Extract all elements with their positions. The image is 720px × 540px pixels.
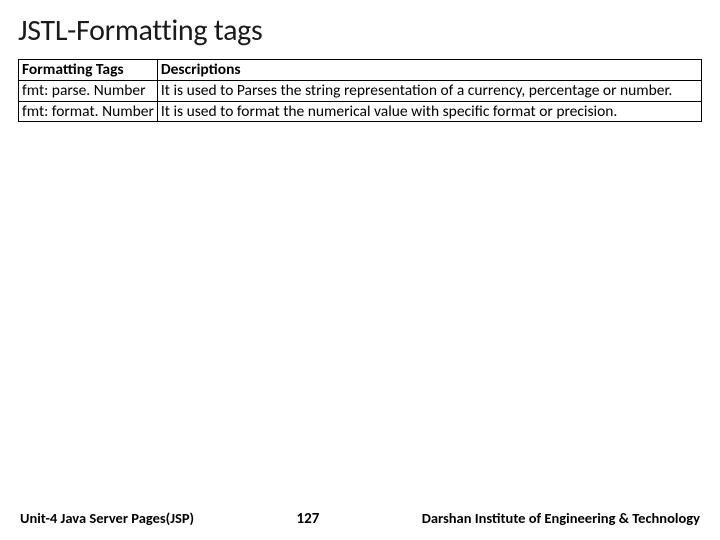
cell-tag: fmt: parse. Number [19, 80, 158, 101]
formatting-tags-table: Formatting Tags Descriptions fmt: parse.… [18, 59, 702, 122]
footer-unit: Unit-4 Java Server Pages(JSP) [20, 509, 194, 527]
slide-footer: Unit-4 Java Server Pages(JSP) 127 Darsha… [0, 509, 720, 528]
cell-desc: It is used to Parses the string represen… [157, 80, 701, 101]
table-row: fmt: parse. Number It is used to Parses … [19, 80, 702, 101]
page-title: JSTL-Formatting tags [18, 12, 702, 49]
table-header-row: Formatting Tags Descriptions [19, 60, 702, 81]
cell-desc: It is used to format the numerical value… [157, 101, 701, 122]
cell-tag: fmt: format. Number [19, 101, 158, 122]
table-row: fmt: format. Number It is used to format… [19, 101, 702, 122]
footer-page-number: 127 [296, 510, 319, 528]
footer-institute: Darshan Institute of Engineering & Techn… [422, 509, 700, 527]
slide: JSTL-Formatting tags Formatting Tags Des… [0, 0, 720, 540]
col-header-tag: Formatting Tags [19, 60, 158, 81]
col-header-desc: Descriptions [157, 60, 701, 81]
